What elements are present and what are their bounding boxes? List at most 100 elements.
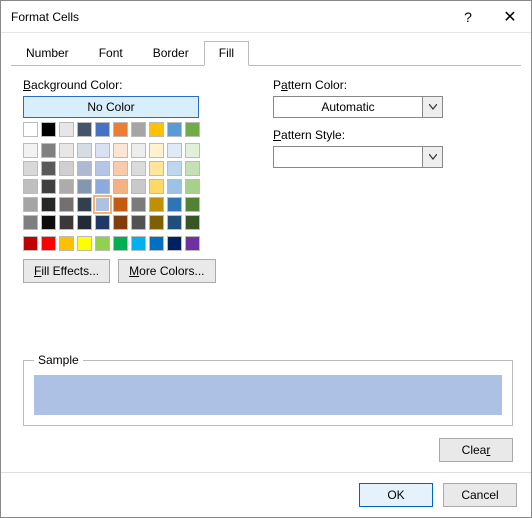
color-swatch[interactable] — [185, 215, 200, 230]
color-swatch[interactable] — [23, 179, 38, 194]
palette-standard — [23, 236, 253, 251]
color-swatch[interactable] — [131, 179, 146, 194]
color-swatch[interactable] — [185, 236, 200, 251]
color-swatch[interactable] — [41, 215, 56, 230]
sample-label: Sample — [34, 353, 83, 367]
chevron-down-icon[interactable] — [422, 97, 442, 117]
color-swatch[interactable] — [113, 236, 128, 251]
color-swatch[interactable] — [95, 215, 110, 230]
tab-strip: Number Font Border Fill — [1, 33, 531, 66]
color-swatch[interactable] — [167, 197, 182, 212]
color-swatch[interactable] — [41, 143, 56, 158]
color-swatch[interactable] — [149, 143, 164, 158]
color-swatch[interactable] — [77, 179, 92, 194]
color-swatch[interactable] — [59, 179, 74, 194]
color-swatch[interactable] — [113, 122, 128, 137]
color-swatch[interactable] — [77, 215, 92, 230]
color-swatch[interactable] — [167, 161, 182, 176]
color-swatch[interactable] — [77, 236, 92, 251]
color-swatch[interactable] — [59, 161, 74, 176]
color-swatch[interactable] — [59, 122, 74, 137]
sample-group: Sample — [23, 353, 513, 426]
color-swatch[interactable] — [59, 215, 74, 230]
color-swatch[interactable] — [167, 122, 182, 137]
tab-border[interactable]: Border — [138, 41, 204, 66]
pattern-style-combo[interactable] — [273, 146, 443, 168]
tab-fill[interactable]: Fill — [204, 41, 249, 66]
color-swatch[interactable] — [95, 161, 110, 176]
color-swatch[interactable] — [23, 197, 38, 212]
color-swatch[interactable] — [131, 236, 146, 251]
color-swatch[interactable] — [185, 179, 200, 194]
color-swatch[interactable] — [131, 215, 146, 230]
color-swatch[interactable] — [185, 122, 200, 137]
color-swatch[interactable] — [23, 215, 38, 230]
color-swatch[interactable] — [131, 143, 146, 158]
color-swatch[interactable] — [113, 197, 128, 212]
color-swatch[interactable] — [185, 197, 200, 212]
color-swatch[interactable] — [149, 236, 164, 251]
pattern-color-label: Pattern Color: — [273, 78, 513, 92]
tab-content-fill: Background Color: No Color Fill Effects.… — [1, 66, 531, 472]
color-swatch[interactable] — [167, 215, 182, 230]
format-cells-dialog: Format Cells ? ✕ Number Font Border Fill… — [0, 0, 532, 518]
close-button[interactable]: ✕ — [489, 2, 531, 32]
cancel-button[interactable]: Cancel — [443, 483, 517, 507]
color-swatch[interactable] — [59, 197, 74, 212]
color-swatch[interactable] — [77, 143, 92, 158]
help-button[interactable]: ? — [447, 2, 489, 32]
pattern-style-label: Pattern Style: — [273, 128, 513, 142]
color-swatch[interactable] — [131, 122, 146, 137]
color-swatch[interactable] — [23, 122, 38, 137]
pattern-color-value: Automatic — [274, 100, 422, 114]
color-swatch[interactable] — [113, 179, 128, 194]
color-swatch[interactable] — [23, 161, 38, 176]
tab-font[interactable]: Font — [84, 41, 138, 66]
color-swatch[interactable] — [167, 236, 182, 251]
pattern-color-combo[interactable]: Automatic — [273, 96, 443, 118]
sample-preview — [34, 375, 502, 415]
color-swatch[interactable] — [149, 161, 164, 176]
color-swatch[interactable] — [131, 161, 146, 176]
color-swatch[interactable] — [95, 236, 110, 251]
dialog-title: Format Cells — [11, 10, 447, 24]
color-swatch[interactable] — [149, 197, 164, 212]
color-swatch[interactable] — [41, 197, 56, 212]
color-swatch[interactable] — [185, 143, 200, 158]
color-swatch[interactable] — [77, 122, 92, 137]
color-swatch[interactable] — [113, 143, 128, 158]
color-swatch[interactable] — [77, 161, 92, 176]
clear-button[interactable]: Clear — [439, 438, 513, 462]
color-swatch[interactable] — [95, 143, 110, 158]
chevron-down-icon[interactable] — [422, 147, 442, 167]
color-swatch[interactable] — [113, 215, 128, 230]
more-colors-button[interactable]: More Colors... — [118, 259, 215, 283]
palette-theme-row — [23, 122, 253, 137]
color-swatch[interactable] — [23, 236, 38, 251]
color-swatch[interactable] — [41, 161, 56, 176]
color-swatch[interactable] — [95, 197, 110, 212]
color-swatch[interactable] — [131, 197, 146, 212]
dialog-footer: OK Cancel — [1, 472, 531, 517]
tab-number[interactable]: Number — [11, 41, 84, 66]
color-swatch[interactable] — [59, 143, 74, 158]
color-swatch[interactable] — [149, 215, 164, 230]
no-color-button[interactable]: No Color — [23, 96, 199, 118]
color-swatch[interactable] — [59, 236, 74, 251]
color-swatch[interactable] — [41, 179, 56, 194]
color-swatch[interactable] — [41, 122, 56, 137]
ok-button[interactable]: OK — [359, 483, 433, 507]
color-swatch[interactable] — [95, 179, 110, 194]
color-swatch[interactable] — [23, 143, 38, 158]
color-swatch[interactable] — [95, 122, 110, 137]
fill-effects-button[interactable]: Fill Effects... — [23, 259, 110, 283]
color-swatch[interactable] — [167, 143, 182, 158]
color-swatch[interactable] — [167, 179, 182, 194]
color-swatch[interactable] — [149, 122, 164, 137]
color-swatch[interactable] — [113, 161, 128, 176]
color-swatch[interactable] — [149, 179, 164, 194]
color-swatch[interactable] — [41, 236, 56, 251]
background-color-label: Background Color: — [23, 78, 253, 92]
color-swatch[interactable] — [185, 161, 200, 176]
color-swatch[interactable] — [77, 197, 92, 212]
